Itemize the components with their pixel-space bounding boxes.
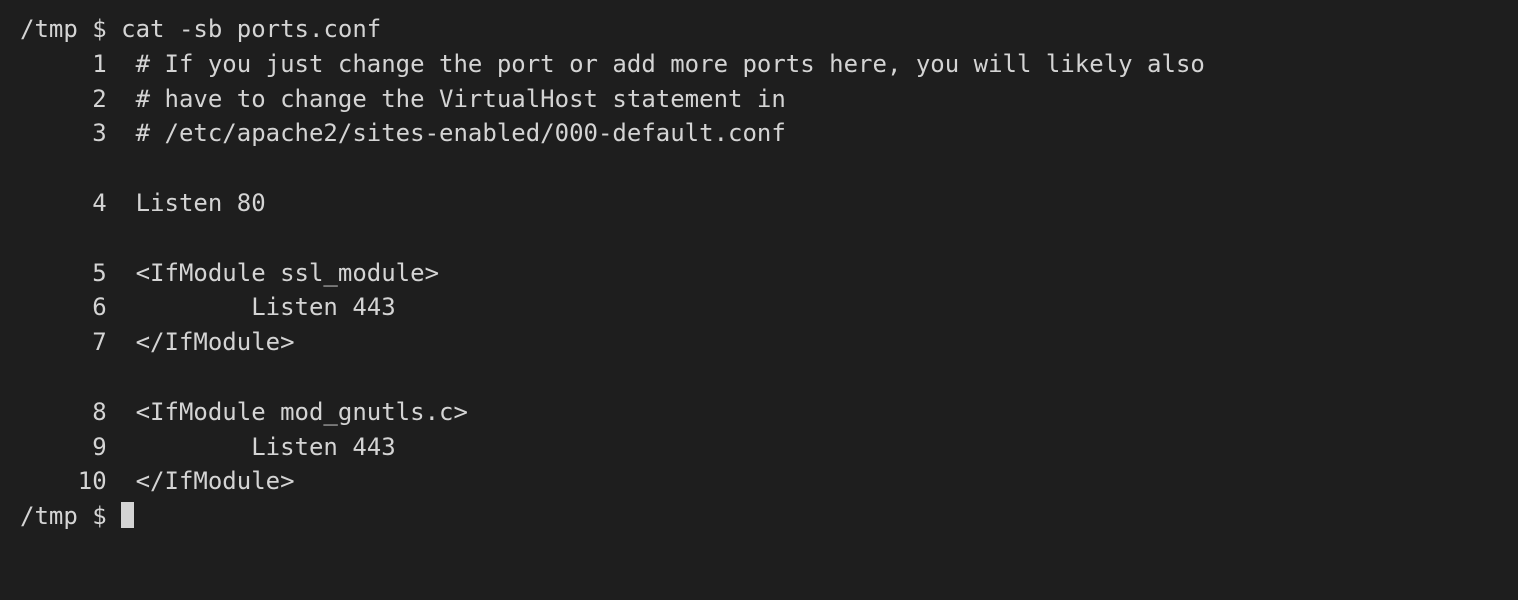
output-line: 8 <IfModule mod_gnutls.c>: [20, 395, 1498, 430]
prompt-path: /tmp: [20, 15, 78, 43]
prompt-path: /tmp: [20, 502, 78, 530]
output-line: [20, 221, 1498, 256]
output-line: [20, 360, 1498, 395]
prompt-symbol: $: [92, 15, 106, 43]
cursor-icon: [121, 502, 134, 528]
output-line: 5 <IfModule ssl_module>: [20, 256, 1498, 291]
output-line: 3 # /etc/apache2/sites-enabled/000-defau…: [20, 116, 1498, 151]
output-line: 7 </IfModule>: [20, 325, 1498, 360]
prompt-line-1: /tmp $ cat -sb ports.conf: [20, 12, 1498, 47]
output-line: 10 </IfModule>: [20, 464, 1498, 499]
prompt-symbol: $: [92, 502, 106, 530]
terminal-window[interactable]: /tmp $ cat -sb ports.conf 1 # If you jus…: [20, 12, 1498, 534]
output-line: 4 Listen 80: [20, 186, 1498, 221]
command-output: 1 # If you just change the port or add m…: [20, 47, 1498, 499]
output-line: 2 # have to change the VirtualHost state…: [20, 82, 1498, 117]
output-line: 6 Listen 443: [20, 290, 1498, 325]
output-line: 1 # If you just change the port or add m…: [20, 47, 1498, 82]
command-text: cat -sb ports.conf: [121, 15, 381, 43]
prompt-line-2: /tmp $: [20, 499, 1498, 534]
output-line: [20, 151, 1498, 186]
output-line: 9 Listen 443: [20, 430, 1498, 465]
